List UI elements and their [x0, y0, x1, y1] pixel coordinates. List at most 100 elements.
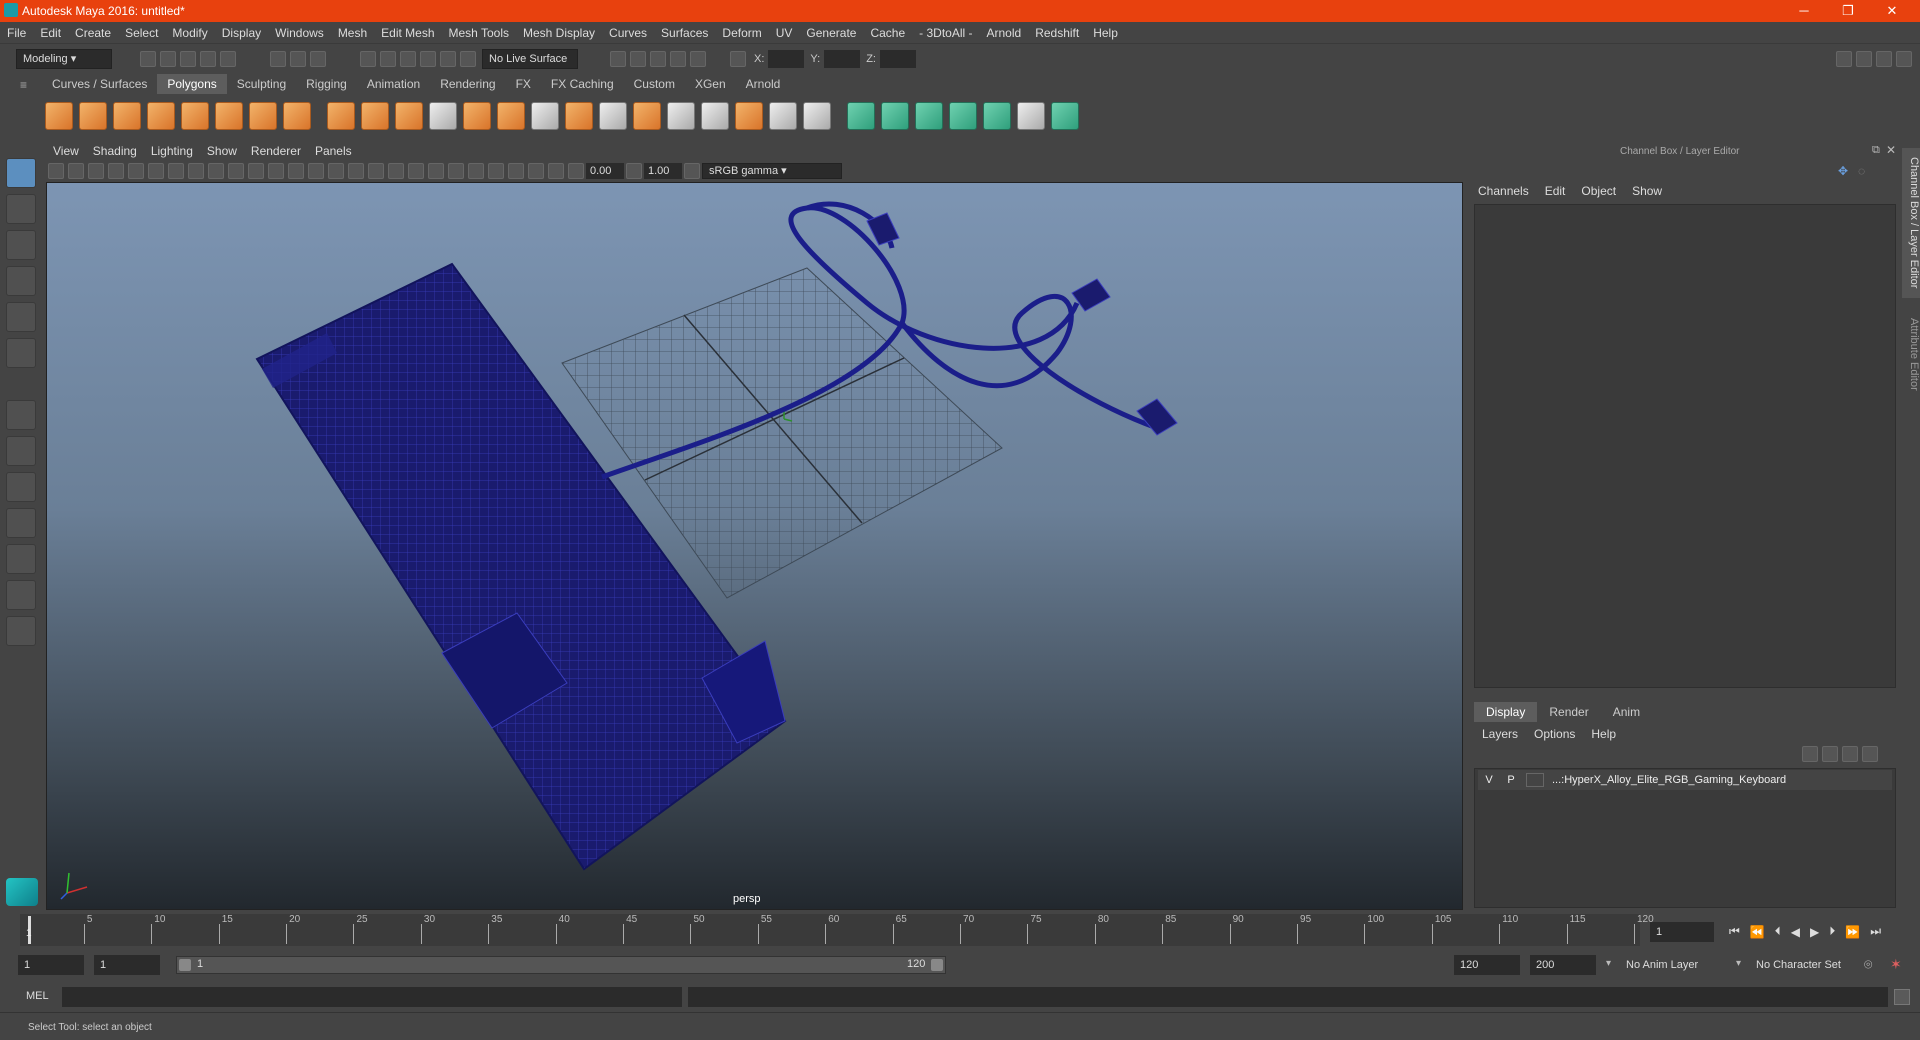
tab-display[interactable]: Display: [1474, 702, 1538, 722]
menu-mesh-tools[interactable]: Mesh Tools: [442, 22, 516, 44]
new-layer-selected-icon[interactable]: [1862, 746, 1878, 762]
persp-outliner-layout-icon[interactable]: [6, 472, 36, 502]
wireframe-on-shaded-icon[interactable]: [328, 163, 344, 179]
rotate-tool-icon[interactable]: [6, 302, 36, 332]
menu-modify[interactable]: Modify: [165, 22, 214, 44]
tool-settings-icon[interactable]: [1876, 51, 1892, 67]
range-end-handle[interactable]: [931, 959, 943, 971]
layer-name[interactable]: ...:HyperX_Alloy_Elite_RGB_Gaming_Keyboa…: [1552, 770, 1786, 790]
extract-icon[interactable]: [395, 102, 423, 130]
script-editor-icon[interactable]: [1894, 989, 1910, 1005]
tab-curves-surfaces[interactable]: Curves / Surfaces: [42, 74, 157, 94]
delete-history-icon[interactable]: [915, 102, 943, 130]
animation-prefs-icon[interactable]: ✶: [1890, 956, 1902, 973]
tab-render[interactable]: Render: [1537, 702, 1600, 722]
poly-plane-icon[interactable]: [181, 102, 209, 130]
close-panel-icon[interactable]: ✕: [1886, 143, 1896, 157]
perspective-viewport[interactable]: persp: [46, 182, 1463, 910]
step-forward-key-icon[interactable]: ⏩: [1845, 925, 1860, 939]
field-chart-icon[interactable]: [248, 163, 264, 179]
anim-layer-chevron-icon[interactable]: ▾: [1606, 958, 1611, 969]
menu-create[interactable]: Create: [68, 22, 118, 44]
shadows-icon[interactable]: [388, 163, 404, 179]
color-management-icon[interactable]: [684, 163, 700, 179]
scale-tool-icon[interactable]: [6, 338, 36, 368]
exposure-icon[interactable]: [568, 163, 584, 179]
character-set-dropdown[interactable]: No Character Set: [1750, 955, 1860, 975]
go-to-start-icon[interactable]: ⏮: [1729, 924, 1740, 939]
redo-icon[interactable]: [220, 51, 236, 67]
animation-start-field[interactable]: 1: [18, 955, 84, 975]
select-tool-icon[interactable]: [6, 158, 36, 188]
speed-icon[interactable]: ◌: [1858, 164, 1865, 178]
bevel-icon[interactable]: [565, 102, 593, 130]
tab-sculpting[interactable]: Sculpting: [227, 74, 296, 94]
menu-deform[interactable]: Deform: [715, 22, 768, 44]
anti-aliasing-icon[interactable]: [448, 163, 464, 179]
snap-together-icon[interactable]: [1051, 102, 1079, 130]
bookmark-icon[interactable]: [88, 163, 104, 179]
undo-icon[interactable]: [200, 51, 216, 67]
menu-edit[interactable]: Edit: [33, 22, 68, 44]
poly-torus-icon[interactable]: [215, 102, 243, 130]
poly-sphere-icon[interactable]: [45, 102, 73, 130]
cb-menu-edit[interactable]: Edit: [1537, 182, 1574, 200]
modeling-toolkit-icon[interactable]: [1836, 51, 1852, 67]
multi-cut-icon[interactable]: [531, 102, 559, 130]
channel-box-icon[interactable]: [1896, 51, 1912, 67]
menu-generate[interactable]: Generate: [799, 22, 863, 44]
move-layer-up-icon[interactable]: [1802, 746, 1818, 762]
mel-label[interactable]: MEL: [26, 990, 49, 1002]
layout-menu-icon[interactable]: [6, 616, 36, 646]
gamma-icon[interactable]: [626, 163, 642, 179]
move-layer-down-icon[interactable]: [1822, 746, 1838, 762]
y-field[interactable]: [824, 50, 861, 68]
image-plane-icon[interactable]: [108, 163, 124, 179]
menu-mesh-display[interactable]: Mesh Display: [516, 22, 602, 44]
panel-menu-view[interactable]: View: [46, 142, 86, 160]
menu-help[interactable]: Help: [1086, 22, 1125, 44]
checker-icon[interactable]: [1017, 102, 1045, 130]
range-slider[interactable]: 1 120: [176, 956, 946, 974]
snap-view-icon[interactable]: [420, 51, 436, 67]
wireframe-icon[interactable]: [288, 163, 304, 179]
menu-windows[interactable]: Windows: [268, 22, 331, 44]
panel-menu-lighting[interactable]: Lighting: [144, 142, 200, 160]
mode-dropdown[interactable]: Modeling ▾: [16, 49, 112, 69]
snap-grid-icon[interactable]: [360, 51, 376, 67]
lasso-tool-icon[interactable]: [6, 194, 36, 224]
camera-attributes-icon[interactable]: [68, 163, 84, 179]
snap-live-icon[interactable]: [460, 51, 476, 67]
tab-custom[interactable]: Custom: [624, 74, 685, 94]
auto-key-icon[interactable]: ⌾: [1864, 956, 1872, 973]
color-space-dropdown[interactable]: sRGB gamma ▾: [702, 163, 842, 179]
poly-cylinder-icon[interactable]: [113, 102, 141, 130]
open-scene-icon[interactable]: [160, 51, 176, 67]
xray-joints-icon[interactable]: [528, 163, 544, 179]
select-component-icon[interactable]: [310, 51, 326, 67]
time-slider[interactable]: 1 5 10 15 20 25 30 35 40 45 50 55 60 65 70 75 80 85 90 95 1…: [20, 914, 1654, 946]
save-scene-icon[interactable]: [180, 51, 196, 67]
outliner-persp-layout-icon[interactable]: [6, 580, 36, 610]
menu-file[interactable]: File: [0, 22, 33, 44]
four-view-layout-icon[interactable]: [6, 436, 36, 466]
tab-fx[interactable]: FX: [506, 74, 541, 94]
isolate-select-icon[interactable]: [488, 163, 504, 179]
step-back-key-icon[interactable]: ⏪: [1750, 925, 1765, 939]
automatic-mapping-icon[interactable]: [769, 102, 797, 130]
single-perspective-layout-icon[interactable]: [6, 400, 36, 430]
uv-editor-icon[interactable]: [803, 102, 831, 130]
new-layer-icon[interactable]: [1842, 746, 1858, 762]
extrude-icon[interactable]: [497, 102, 525, 130]
go-to-end-icon[interactable]: ⏭: [1870, 924, 1881, 939]
menu-select[interactable]: Select: [118, 22, 165, 44]
render-view-icon[interactable]: [610, 51, 626, 67]
smooth-icon[interactable]: [429, 102, 457, 130]
layer-menu-options[interactable]: Options: [1526, 724, 1583, 744]
lights-icon[interactable]: [368, 163, 384, 179]
tab-anim[interactable]: Anim: [1601, 702, 1652, 722]
anim-layer-dropdown[interactable]: No Anim Layer: [1620, 955, 1742, 975]
select-object-icon[interactable]: [290, 51, 306, 67]
transform-mode-icon[interactable]: [730, 51, 746, 67]
attribute-editor-icon[interactable]: [1856, 51, 1872, 67]
